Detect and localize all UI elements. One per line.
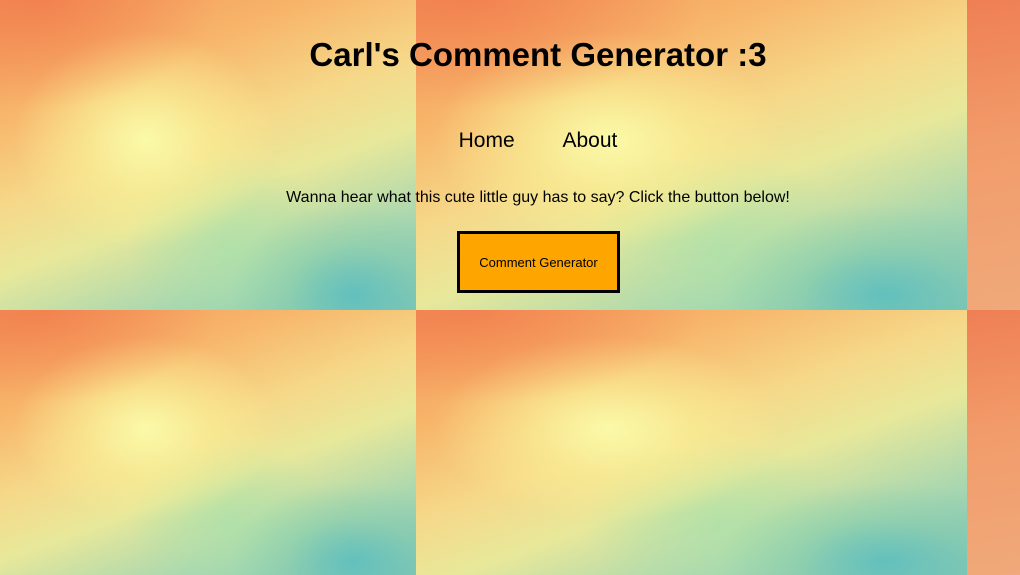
comment-generator-button[interactable]: Comment Generator (457, 231, 620, 293)
background-tile (967, 310, 1020, 575)
intro-text: Wanna hear what this cute little guy has… (286, 189, 790, 206)
nav-link-home[interactable]: Home (459, 129, 515, 152)
background-tile (416, 310, 967, 575)
page-title: Carl's Comment Generator :3 (309, 36, 767, 73)
main-nav: Home About (0, 128, 1020, 154)
background-tile (0, 310, 416, 575)
nav-link-about[interactable]: About (562, 129, 617, 152)
